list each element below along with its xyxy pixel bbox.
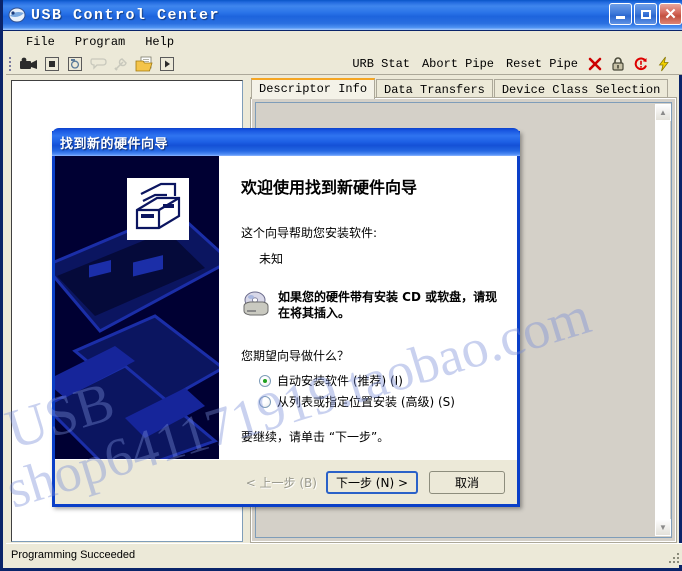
- wizard-question: 您期望向导做什么？: [241, 349, 350, 364]
- wizard-heading: 欢迎使用找到新硬件向导: [241, 178, 418, 197]
- radio-option-advanced-install[interactable]: 从列表或指定位置安装 (高级) (S): [259, 393, 499, 410]
- usb-device-icon: [8, 6, 26, 24]
- comment-icon: [87, 54, 109, 74]
- found-new-hardware-wizard-dialog: 找到新的硬件向导 欢迎使用找到新硬件向导 这个向导帮助您安装软件: 未知 如果您…: [52, 128, 520, 507]
- cancel-button[interactable]: 取消: [429, 470, 505, 494]
- minimize-icon: [616, 16, 625, 19]
- menu-item-file[interactable]: File: [16, 33, 65, 51]
- wizard-footer: < 上一步 (B) 下一步 (N) > 取消: [55, 459, 517, 504]
- cd-disk-icon: [241, 290, 271, 318]
- urb-stat-button[interactable]: URB Stat: [346, 57, 416, 71]
- radio-option-auto-install[interactable]: 自动安装软件 (推荐) (I): [259, 372, 499, 389]
- minimize-button[interactable]: [609, 3, 632, 25]
- close-icon: ✕: [664, 5, 677, 23]
- scroll-up-icon[interactable]: ▲: [655, 104, 671, 121]
- status-message: Programming Succeeded: [11, 548, 136, 561]
- wizard-banner-image: [55, 156, 219, 467]
- radio-icon-advanced-install[interactable]: [259, 395, 271, 408]
- wizard-intro-text: 这个向导帮助您安装软件:: [241, 226, 378, 240]
- cancel-x-icon[interactable]: [584, 54, 606, 74]
- status-bar: Programming Succeeded: [6, 543, 682, 565]
- wizard-device-name: 未知: [259, 252, 284, 266]
- close-button[interactable]: ✕: [659, 3, 682, 25]
- lock-icon[interactable]: [607, 54, 629, 74]
- reset-pipe-button[interactable]: Reset Pipe: [500, 57, 584, 71]
- radio-icon-auto-install[interactable]: [259, 374, 271, 387]
- toolbar: URB Stat Abort Pipe Reset Pipe: [6, 53, 682, 75]
- wizard-cd-note-text: 如果您的硬件带有安装 CD 或软盘，请现在将其插入。: [278, 290, 498, 321]
- tab-descriptor-info[interactable]: Descriptor Info: [251, 78, 376, 99]
- wizard-title-bar[interactable]: 找到新的硬件向导: [52, 128, 520, 156]
- wrench-icon: [110, 54, 132, 74]
- radio-label-auto-install: 自动安装软件 (推荐) (I): [277, 374, 403, 389]
- toolbar-grip[interactable]: [9, 56, 14, 71]
- abort-pipe-button[interactable]: Abort Pipe: [416, 57, 500, 71]
- menu-item-help[interactable]: Help: [135, 33, 184, 51]
- scroll-down-icon[interactable]: ▼: [655, 519, 671, 536]
- wizard-title: 找到新的硬件向导: [60, 136, 169, 152]
- window-title-bar[interactable]: USB Control Center ✕: [3, 0, 682, 31]
- resize-grip[interactable]: [666, 550, 680, 564]
- window-controls: ✕: [609, 3, 682, 25]
- tab-device-class-selection[interactable]: Device Class Selection: [493, 79, 669, 99]
- menu-item-program[interactable]: Program: [65, 33, 135, 51]
- menu-bar: File Program Help: [6, 31, 682, 53]
- open-folder-icon[interactable]: [133, 54, 155, 74]
- maximize-icon: [640, 9, 651, 19]
- stop-icon[interactable]: [41, 54, 63, 74]
- back-button: < 上一步 (B): [245, 475, 317, 490]
- wizard-tail-text: 要继续，请单击 “下一步”。: [241, 430, 390, 445]
- tab-strip: Descriptor Info Data Transfers Device Cl…: [251, 78, 669, 99]
- screen-root: USB Control Center ✕ File Program Help U…: [0, 0, 682, 571]
- wizard-content: 欢迎使用找到新硬件向导 这个向导帮助您安装软件: 未知 如果您的硬件带有安装 C…: [219, 156, 517, 467]
- power-bolt-icon[interactable]: [653, 54, 675, 74]
- wizard-cd-note: 如果您的硬件带有安装 CD 或软盘，请现在将其插入。: [241, 289, 499, 321]
- window-title: USB Control Center: [31, 6, 221, 24]
- snapshot-icon[interactable]: [64, 54, 86, 74]
- next-button[interactable]: 下一步 (N) >: [325, 470, 418, 494]
- maximize-button[interactable]: [634, 3, 657, 25]
- reset-icon[interactable]: [630, 54, 652, 74]
- vertical-scrollbar[interactable]: ▲ ▼: [654, 104, 671, 536]
- radio-label-advanced-install: 从列表或指定位置安装 (高级) (S): [277, 395, 455, 410]
- wizard-body: 欢迎使用找到新硬件向导 这个向导帮助您安装软件: 未知 如果您的硬件带有安装 C…: [55, 156, 517, 467]
- tab-data-transfers[interactable]: Data Transfers: [376, 79, 493, 99]
- play-icon[interactable]: [156, 54, 178, 74]
- device-camera-icon[interactable]: [18, 54, 40, 74]
